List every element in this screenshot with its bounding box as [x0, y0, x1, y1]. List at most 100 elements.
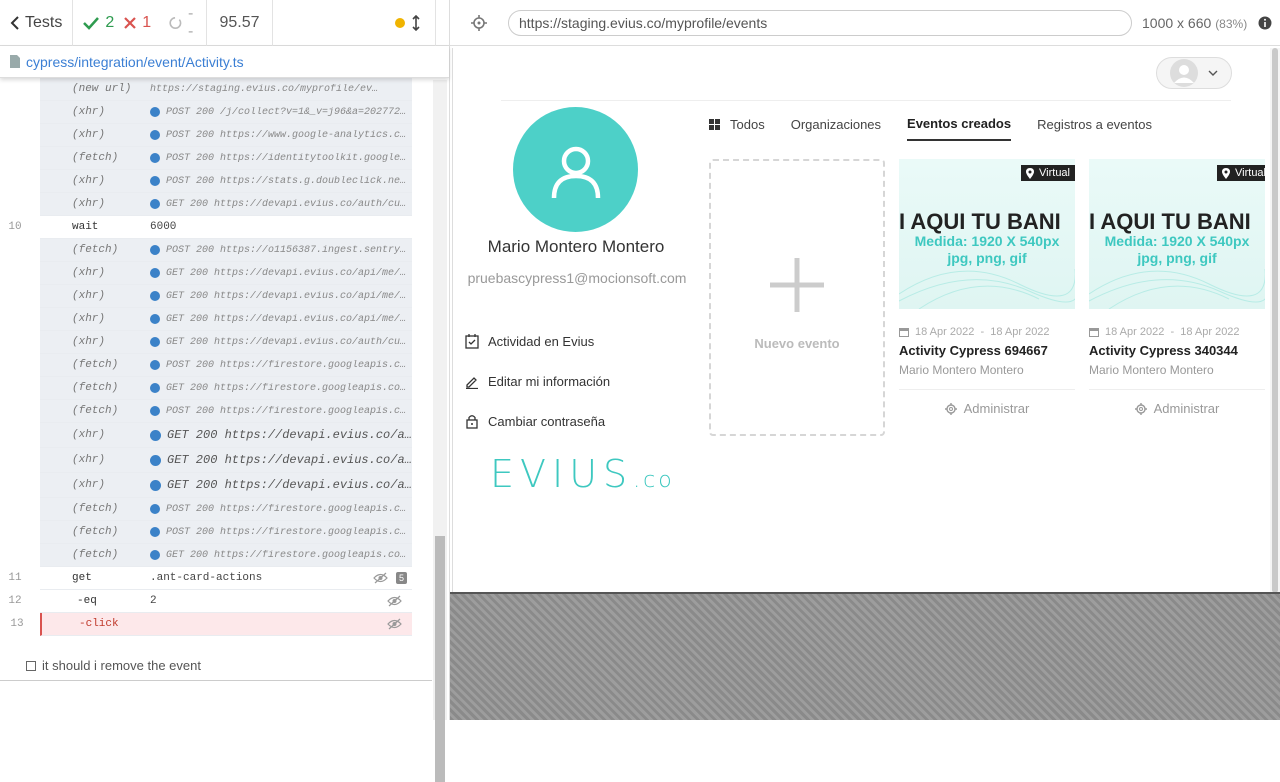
- command-row[interactable]: 10 wait 6000: [8, 216, 412, 239]
- passed-count[interactable]: 2: [73, 0, 118, 46]
- menu-change-password[interactable]: Cambiar contraseña: [465, 414, 605, 429]
- command-name: (xhr): [72, 290, 106, 302]
- failed-count[interactable]: 1: [118, 0, 157, 46]
- reporter-scrollbar[interactable]: [433, 80, 447, 782]
- tab-registros[interactable]: Registros a eventos: [1037, 116, 1152, 141]
- command-row[interactable]: 11 get .ant-card-actions 5: [8, 567, 412, 590]
- calendar-icon: [899, 328, 909, 337]
- command-name: (fetch): [72, 405, 119, 417]
- lock-icon: [466, 415, 478, 429]
- log-row[interactable]: (fetch) POST 200 https://firestore.google…: [40, 354, 412, 377]
- command-message-text: POST 200 https://firestore.googleapis.co…: [166, 526, 412, 538]
- command-name: (xhr): [72, 336, 106, 348]
- event-title: Activity Cypress 694667: [899, 343, 1048, 358]
- eye-slash-icon: [373, 572, 388, 584]
- log-row[interactable]: (xhr) GET 200 https://devapi.evius.co/api…: [40, 285, 412, 308]
- event-author: Mario Montero Montero: [899, 363, 1024, 377]
- event-banner: Virtual I AQUI TU BANI Medida: 1920 X 54…: [1089, 159, 1265, 309]
- command-message-text: GET 200 https://devapi.evius.co/auth/cur…: [166, 198, 412, 210]
- event-banner: Virtual I AQUI TU BANI Medida: 1920 X 54…: [899, 159, 1075, 309]
- log-row[interactable]: (xhr) POST 200 https://stats.g.doubleclic…: [40, 170, 412, 193]
- tab-eventos-creados[interactable]: Eventos creados: [907, 116, 1012, 141]
- command-message-text: POST 200 /j/collect?v=1&_v=j96&a=2027728…: [166, 106, 412, 118]
- selector-playground-icon[interactable]: [471, 15, 487, 31]
- chevron-left-icon: [10, 15, 19, 30]
- command-message: GET 200 https://devapi.evius.co/ap…: [150, 478, 412, 492]
- command-message: 2: [150, 595, 412, 607]
- banner-title: I AQUI TU BANI: [1089, 209, 1251, 234]
- log-row[interactable]: (new url) https://staging.evius.co/myprof…: [40, 78, 412, 101]
- log-row[interactable]: (xhr) GET 200 https://devapi.evius.co/api…: [40, 262, 412, 285]
- new-event-card[interactable]: Nuevo evento: [709, 159, 885, 436]
- command-message: POST 200 https://o1156387.ingest.sentry.…: [150, 245, 412, 256]
- log-row[interactable]: (xhr) POST 200 https://www.google-analyti…: [40, 124, 412, 147]
- log-row[interactable]: (fetch) POST 200 https://firestore.google…: [40, 521, 412, 544]
- menu-edit-info[interactable]: Editar mi información: [465, 374, 610, 389]
- virtual-badge-label: Virtual: [1235, 167, 1265, 179]
- event-date-text: 18 Apr 2022 - 18 Apr 2022: [1105, 326, 1240, 338]
- event-card[interactable]: Virtual I AQUI TU BANI Medida: 1920 X 54…: [899, 159, 1075, 416]
- calendar-icon: [1089, 328, 1099, 337]
- log-row[interactable]: (fetch) POST 200 https://identitytoolkit.…: [40, 147, 412, 170]
- log-row[interactable]: (xhr) GET 200 https://devapi.evius.co/ap…: [40, 423, 412, 448]
- command-message: GET 200 https://devapi.evius.co/api/me/c…: [150, 268, 412, 279]
- command-number: 13: [10, 618, 24, 630]
- command-message-text: GET 200 https://devapi.evius.co/ap…: [167, 428, 412, 442]
- aut-scrollbar[interactable]: [1270, 48, 1280, 593]
- event-card[interactable]: Virtual I AQUI TU BANI Medida: 1920 X 54…: [1089, 159, 1265, 416]
- command-name: (xhr): [72, 429, 106, 441]
- command-row[interactable]: 13 -click: [10, 613, 412, 636]
- new-event-label: Nuevo evento: [754, 336, 840, 351]
- app-under-test: https://staging.evius.co/myprofile/event…: [450, 0, 1280, 720]
- command-message-text: https://staging.evius.co/myprofile/ev…: [150, 83, 379, 95]
- command-name: (xhr): [72, 106, 106, 118]
- log-row[interactable]: (xhr) GET 200 https://devapi.evius.co/aut…: [40, 331, 412, 354]
- administrar-button[interactable]: Administrar: [899, 389, 1075, 416]
- command-name: (new url): [72, 83, 132, 95]
- scrollbar-thumb[interactable]: [435, 536, 445, 782]
- banner-size: Medida: 1920 X 540px: [914, 233, 1060, 249]
- request-status-icon: [150, 130, 160, 140]
- command-name: (xhr): [72, 198, 106, 210]
- event-date: 18 Apr 2022 - 18 Apr 2022: [1089, 326, 1265, 338]
- log-row[interactable]: (xhr) POST 200 /j/collect?v=1&_v=j96&a=20…: [40, 101, 412, 124]
- request-status-icon: [150, 268, 160, 278]
- command-name: (fetch): [72, 503, 119, 515]
- spec-path-bar: cypress/integration/event/Activity.ts: [0, 46, 449, 78]
- url-field[interactable]: https://staging.evius.co/myprofile/event…: [508, 9, 1132, 36]
- command-message-text: GET 200 https://devapi.evius.co/api/me/o…: [166, 313, 412, 325]
- log-row[interactable]: (fetch) POST 200 https://firestore.google…: [40, 400, 412, 423]
- test-checkbox-icon: [26, 660, 36, 671]
- log-row[interactable]: (fetch) POST 200 https://o1156387.ingest.…: [40, 239, 412, 262]
- tests-button[interactable]: Tests: [0, 0, 74, 46]
- administrar-button[interactable]: Administrar: [1089, 389, 1265, 416]
- log-row[interactable]: (xhr) GET 200 https://devapi.evius.co/ap…: [40, 448, 412, 473]
- administrar-label: Administrar: [1153, 401, 1220, 416]
- auto-scroll-toggle[interactable]: [273, 0, 435, 46]
- spec-path-link[interactable]: cypress/integration/event/Activity.ts: [26, 54, 244, 70]
- command-message-text: GET 200 https://devapi.evius.co/api/me/e…: [166, 290, 412, 302]
- log-row[interactable]: (xhr) GET 200 https://devapi.evius.co/ap…: [40, 473, 412, 498]
- aut-scrollbar-thumb[interactable]: [1272, 48, 1278, 593]
- tests-label: Tests: [25, 13, 63, 31]
- command-message: POST 200 https://identitytoolkit.googlea…: [150, 153, 412, 164]
- menu-activity[interactable]: Actividad en Evius: [465, 334, 594, 349]
- gear-icon: [944, 402, 957, 415]
- tab-organizaciones[interactable]: Organizaciones: [791, 116, 881, 141]
- user-menu-button[interactable]: [1156, 57, 1232, 89]
- command-message-text: GET 200 https://firestore.googleapis.com…: [166, 382, 412, 394]
- log-row[interactable]: (fetch) POST 200 https://firestore.google…: [40, 498, 412, 521]
- viewport-dimensions: 1000 x 660: [1142, 14, 1212, 31]
- log-row[interactable]: (fetch) GET 200 https://firestore.googlea…: [40, 377, 412, 400]
- log-row[interactable]: (fetch) GET 200 https://firestore.googlea…: [40, 544, 412, 567]
- command-row[interactable]: 12 -eq 2: [8, 590, 412, 613]
- log-row[interactable]: (xhr) GET 200 https://devapi.evius.co/api…: [40, 308, 412, 331]
- test-title: it should i remove the event: [42, 658, 201, 673]
- info-icon[interactable]: [1258, 16, 1272, 30]
- log-row[interactable]: (xhr) GET 200 https://devapi.evius.co/aut…: [40, 193, 412, 216]
- logo-suffix: .co: [633, 468, 675, 493]
- tab-todos[interactable]: Todos: [709, 116, 765, 141]
- pending-count[interactable]: --: [157, 0, 208, 46]
- event-title: Activity Cypress 340344: [1089, 343, 1238, 358]
- test-title-row[interactable]: it should i remove the event: [26, 658, 201, 673]
